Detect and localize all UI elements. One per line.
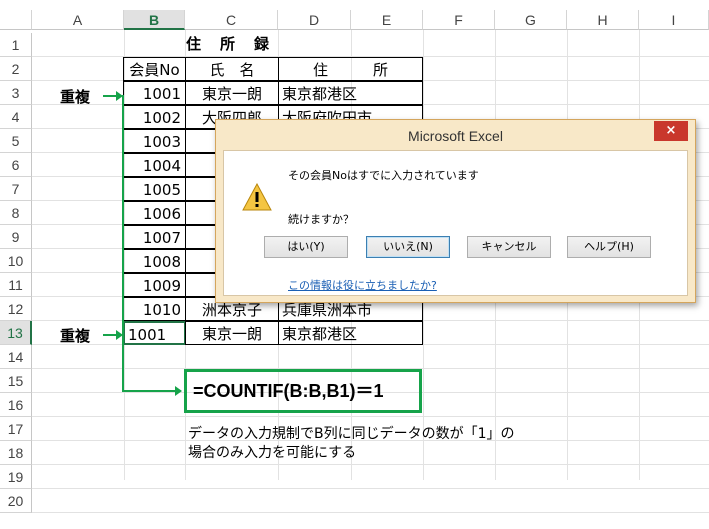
row-header[interactable]: 6 — [0, 153, 32, 177]
dialog-question: 続けますか？ — [288, 213, 354, 226]
dialog-body: その会員Noはすでに入力されています 続けますか？ はい(Y) いいえ(N) キ… — [223, 150, 688, 296]
column-header-a[interactable]: A — [32, 10, 124, 30]
member-no-cell[interactable]: 1003 — [123, 129, 186, 153]
row-header[interactable]: 15 — [0, 369, 32, 393]
note-line-2: 場合のみ入力を可能にする — [188, 445, 357, 461]
help-feedback-link[interactable]: この情報は役に立ちましたか? — [288, 277, 437, 293]
input-member-no-cell[interactable]: 1001 — [123, 321, 186, 345]
note-text: データの入力規制でB列に同じデータの数が「1」の 場合のみ入力を可能にする — [188, 425, 515, 463]
dialog-close-button[interactable]: × — [654, 121, 688, 141]
row-header[interactable]: 7 — [0, 177, 32, 201]
spreadsheet: A B C D E F G H I 住 所 録 会員No 氏 名 住 所 100… — [0, 0, 709, 529]
warning-icon — [242, 183, 272, 211]
note-line-1: データの入力規制でB列に同じデータの数が「1」の — [188, 426, 515, 442]
row-header[interactable]: 8 — [0, 201, 32, 225]
member-no-cell[interactable]: 1001 — [123, 81, 186, 105]
column-header-h[interactable]: H — [567, 10, 639, 30]
dialog-message: その会員Noはすでに入力されています — [288, 169, 479, 182]
row-header[interactable]: 14 — [0, 345, 32, 369]
help-button[interactable]: ヘルプ(H) — [567, 236, 651, 258]
column-header-g[interactable]: G — [495, 10, 567, 30]
arrow-to-formula — [122, 386, 182, 396]
input-address-cell[interactable]: 東京都港区 — [278, 321, 423, 345]
no-button[interactable]: いいえ(N) — [366, 236, 450, 258]
arrow-row3 — [103, 91, 123, 101]
member-no-cell[interactable]: 1004 — [123, 153, 186, 177]
cancel-button[interactable]: キャンセル — [467, 236, 551, 258]
member-no-cell[interactable]: 1002 — [123, 105, 186, 129]
row-header[interactable]: 16 — [0, 393, 32, 417]
member-no-cell[interactable]: 1009 — [123, 273, 186, 297]
duplicate-label-row3: 重複 — [60, 88, 91, 106]
header-member-no[interactable]: 会員No — [123, 57, 186, 81]
excel-dialog: Microsoft Excel × その会員Noはすでに入力されています 続けま… — [215, 119, 696, 303]
row-header[interactable]: 12 — [0, 297, 32, 321]
header-name[interactable]: 氏 名 — [185, 57, 279, 81]
address-cell[interactable]: 東京都港区 — [278, 81, 423, 105]
arrow-row13 — [103, 330, 123, 340]
column-header-d[interactable]: D — [278, 10, 351, 30]
member-no-cell[interactable]: 1006 — [123, 201, 186, 225]
row-header[interactable]: 18 — [0, 441, 32, 465]
dialog-title: Microsoft Excel — [408, 128, 503, 144]
row-header[interactable]: 19 — [0, 465, 32, 489]
column-header-e[interactable]: E — [351, 10, 423, 30]
sheet-title[interactable]: 住 所 録 — [186, 32, 326, 56]
row-header[interactable]: 1 — [0, 33, 32, 57]
row-header[interactable]: 3 — [0, 81, 32, 105]
member-no-cell[interactable]: 1008 — [123, 249, 186, 273]
row-header[interactable]: 9 — [0, 225, 32, 249]
column-header-f[interactable]: F — [423, 10, 495, 30]
column-header-c[interactable]: C — [185, 10, 278, 30]
duplicate-label-row13: 重複 — [60, 327, 91, 345]
row-header[interactable]: 5 — [0, 129, 32, 153]
row-header[interactable]: 2 — [0, 57, 32, 81]
header-address[interactable]: 住 所 — [278, 57, 423, 81]
row-header[interactable]: 20 — [0, 489, 32, 513]
row-header[interactable]: 11 — [0, 273, 32, 297]
name-cell[interactable]: 東京一朗 — [185, 81, 279, 105]
row-header[interactable]: 10 — [0, 249, 32, 273]
input-name-cell[interactable]: 東京一朗 — [185, 321, 279, 345]
member-no-cell[interactable]: 1005 — [123, 177, 186, 201]
member-no-cell[interactable]: 1010 — [123, 297, 186, 321]
column-header-corner[interactable] — [0, 10, 32, 30]
formula-box: =COUNTIF(B:B,B1)＝1 — [184, 369, 422, 413]
row-header[interactable]: 4 — [0, 105, 32, 129]
yes-button[interactable]: はい(Y) — [264, 236, 348, 258]
row-header[interactable]: 13 — [0, 321, 32, 345]
row-header[interactable]: 17 — [0, 417, 32, 441]
connector-line — [122, 95, 124, 392]
column-header-i[interactable]: I — [639, 10, 709, 30]
member-no-cell[interactable]: 1007 — [123, 225, 186, 249]
column-header-b[interactable]: B — [124, 10, 185, 30]
